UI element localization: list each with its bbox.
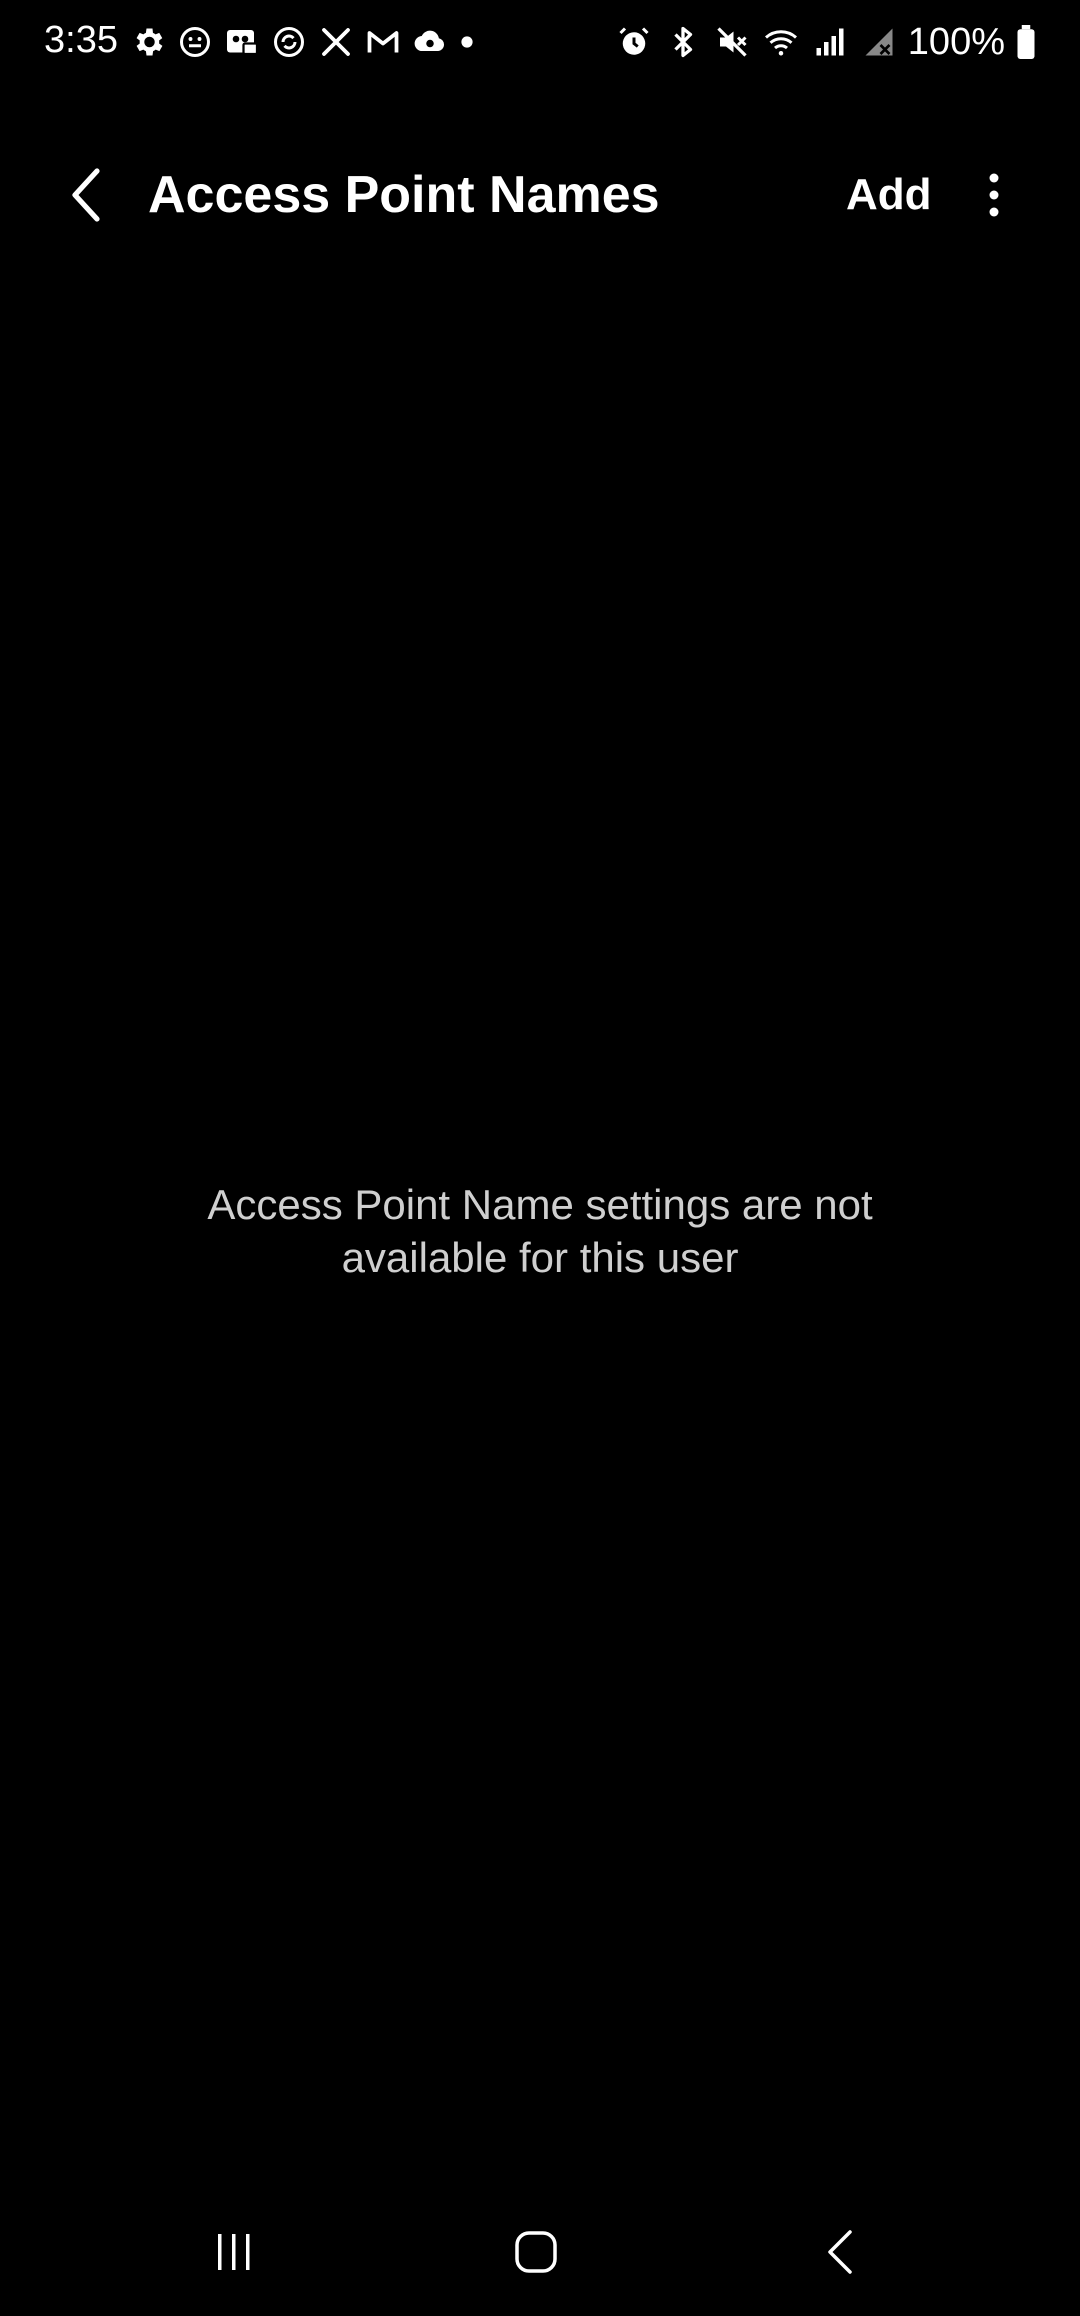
- navigation-bar: [0, 2196, 1080, 2316]
- back-icon: [828, 2230, 852, 2274]
- empty-state-message: Access Point Name settings are not avail…: [207, 1181, 873, 1281]
- recents-icon: [218, 2234, 250, 2270]
- back-button[interactable]: [52, 160, 122, 230]
- voicemail-icon: [222, 22, 262, 62]
- more-vertical-icon: [989, 173, 999, 217]
- sync-icon: [269, 22, 309, 62]
- face-emoji-icon: [175, 22, 215, 62]
- chevron-left-icon: [72, 168, 100, 222]
- add-button[interactable]: Add: [846, 160, 932, 230]
- battery-icon: [1014, 22, 1038, 62]
- home-icon: [515, 2231, 557, 2273]
- app-bar: Access Point Names Add: [0, 130, 1080, 260]
- status-bar: 3:35 100%: [0, 0, 1080, 84]
- signal-icon: [810, 22, 850, 62]
- battery-percent: 100%: [907, 21, 1005, 63]
- system-icons: 100%: [614, 20, 1038, 64]
- notification-icons: [128, 20, 477, 64]
- alarm-icon: [614, 22, 654, 62]
- gmail-icon: [363, 22, 403, 62]
- home-button[interactable]: [496, 2216, 576, 2288]
- dot-icon: [457, 22, 477, 62]
- nav-back-button[interactable]: [800, 2216, 880, 2288]
- recents-button[interactable]: [194, 2216, 274, 2288]
- wifi-icon: [761, 22, 801, 62]
- cloud-icon: [410, 22, 450, 62]
- more-options-button[interactable]: [964, 160, 1024, 230]
- page-title: Access Point Names: [148, 166, 660, 224]
- mute-icon: [712, 22, 752, 62]
- settings-icon: [128, 22, 168, 62]
- bluetooth-icon: [663, 22, 703, 62]
- status-time: 3:35: [44, 19, 118, 61]
- tools-icon: [316, 22, 356, 62]
- no-signal-icon: [859, 22, 899, 62]
